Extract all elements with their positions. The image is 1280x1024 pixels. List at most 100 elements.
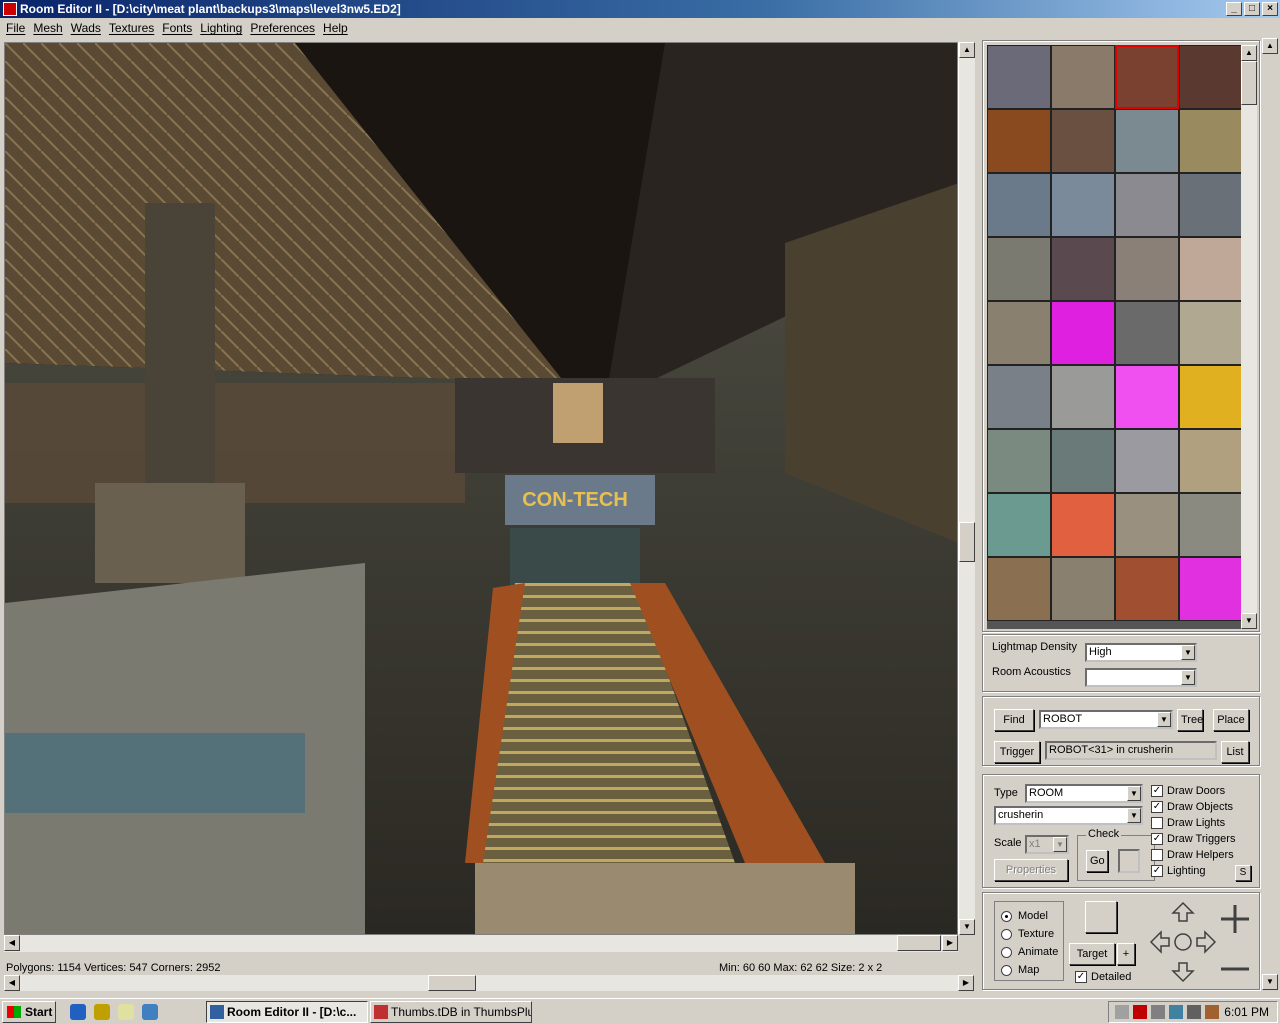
texture-thumbnail[interactable]: [1179, 429, 1243, 493]
chevron-down-icon[interactable]: ▼: [1181, 670, 1195, 685]
texture-thumbnail[interactable]: [1115, 45, 1179, 109]
go-button[interactable]: Go: [1086, 850, 1108, 872]
radio-model[interactable]: Model: [1001, 910, 1048, 922]
lightmap-density-select[interactable]: High ▼: [1085, 643, 1197, 662]
radio-map[interactable]: Map: [1001, 964, 1039, 976]
texture-thumbnail[interactable]: [1115, 365, 1179, 429]
s-button[interactable]: S: [1235, 865, 1251, 881]
tray-icon[interactable]: [1205, 1005, 1219, 1019]
scroll-right-arrow-icon[interactable]: ▶: [942, 935, 958, 951]
texture-thumbnail[interactable]: [1051, 429, 1115, 493]
scroll-thumb[interactable]: [428, 975, 476, 991]
menu-help[interactable]: Help: [319, 21, 352, 35]
texture-thumbnail[interactable]: [1051, 173, 1115, 237]
scroll-down-arrow-icon[interactable]: ▼: [959, 919, 975, 935]
scroll-thumb[interactable]: [959, 522, 975, 562]
internet-explorer-icon[interactable]: [70, 1004, 86, 1020]
checkbox-draw-triggers[interactable]: ✓ Draw Triggers: [1151, 833, 1235, 845]
scroll-thumb[interactable]: [1241, 61, 1257, 105]
menu-fonts[interactable]: Fonts: [158, 21, 196, 35]
scroll-left-arrow-icon[interactable]: ◀: [4, 935, 20, 951]
texture-thumbnail[interactable]: [1179, 237, 1243, 301]
maximize-button[interactable]: □: [1244, 2, 1260, 16]
radio-animate[interactable]: Animate: [1001, 946, 1058, 958]
texture-thumbnail[interactable]: [1115, 429, 1179, 493]
panel-scroll-up-icon[interactable]: ▲: [1262, 38, 1278, 54]
find-button[interactable]: Find: [994, 709, 1034, 731]
zoom-in-plus-icon[interactable]: [1221, 905, 1249, 933]
scroll-down-arrow-icon[interactable]: ▼: [1241, 613, 1257, 629]
scroll-up-arrow-icon[interactable]: ▲: [1241, 45, 1257, 61]
move-left-arrow-icon[interactable]: [1149, 930, 1170, 954]
texture-thumbnail[interactable]: [987, 45, 1051, 109]
texture-thumbnail[interactable]: [1115, 237, 1179, 301]
texture-thumbnail[interactable]: [1115, 301, 1179, 365]
properties-button[interactable]: Properties: [994, 859, 1068, 881]
texture-thumbnail[interactable]: [1115, 557, 1179, 621]
quick-launch-icon[interactable]: [142, 1004, 158, 1020]
place-button[interactable]: Place: [1213, 709, 1249, 731]
detailed-checkbox[interactable]: ✓ Detailed: [1075, 971, 1131, 983]
target-plus-button[interactable]: +: [1117, 943, 1135, 965]
texture-thumbnail[interactable]: [987, 301, 1051, 365]
texture-thumbnail[interactable]: [1179, 173, 1243, 237]
texture-thumbnail[interactable]: [1115, 173, 1179, 237]
texture-thumbnail[interactable]: [987, 557, 1051, 621]
menu-preferences[interactable]: Preferences: [246, 21, 319, 35]
texture-thumbnail[interactable]: [1051, 557, 1115, 621]
start-button[interactable]: Start: [2, 1001, 56, 1023]
panel-scroll-down-icon[interactable]: ▼: [1262, 974, 1278, 990]
trigger-field[interactable]: ROBOT<31> in crusherin: [1045, 741, 1217, 760]
norton-icon[interactable]: [1133, 1005, 1147, 1019]
list-button[interactable]: List: [1221, 741, 1249, 763]
texture-thumbnail[interactable]: [1051, 493, 1115, 557]
chevron-down-icon[interactable]: ▼: [1181, 645, 1195, 660]
find-select[interactable]: ROBOT ▼: [1039, 710, 1173, 729]
network-icon[interactable]: [1169, 1005, 1183, 1019]
chevron-down-icon[interactable]: ▼: [1127, 808, 1141, 823]
trigger-button[interactable]: Trigger: [994, 741, 1040, 763]
texture-scrollbar[interactable]: ▲ ▼: [1241, 45, 1257, 629]
texture-thumbnail[interactable]: [987, 365, 1051, 429]
texture-thumbnail[interactable]: [1179, 557, 1243, 621]
volume-icon[interactable]: [1187, 1005, 1201, 1019]
tray-icon[interactable]: [1151, 1005, 1165, 1019]
type-select[interactable]: ROOM ▼: [1025, 784, 1143, 803]
notepad-icon[interactable]: [118, 1004, 134, 1020]
texture-thumbnail[interactable]: [1115, 109, 1179, 173]
radio-texture[interactable]: Texture: [1001, 928, 1054, 940]
checkbox-draw-lights[interactable]: Draw Lights: [1151, 817, 1225, 829]
checkbox-draw-doors[interactable]: ✓ Draw Doors: [1151, 785, 1225, 797]
chevron-down-icon[interactable]: ▼: [1157, 712, 1171, 727]
task-room-editor[interactable]: Room Editor II - [D:\c...: [206, 1001, 368, 1023]
checkbox-draw-helpers[interactable]: Draw Helpers: [1151, 849, 1234, 861]
texture-thumbnail[interactable]: [987, 173, 1051, 237]
texture-thumbnail[interactable]: [987, 493, 1051, 557]
task-thumbsplus[interactable]: Thumbs.tDB in ThumbsPlus: [370, 1001, 532, 1023]
status-horizontal-scrollbar[interactable]: ◀ ▶: [4, 975, 974, 991]
viewport-horizontal-scrollbar[interactable]: ◀ ▶: [4, 935, 958, 952]
menu-file[interactable]: File: [2, 21, 29, 35]
menu-mesh[interactable]: Mesh: [29, 21, 66, 35]
move-right-arrow-icon[interactable]: [1196, 930, 1217, 954]
menu-wads[interactable]: Wads: [67, 21, 105, 35]
texture-thumbnail[interactable]: [1179, 365, 1243, 429]
3d-viewport[interactable]: CON-TECH: [4, 42, 958, 935]
target-button[interactable]: Target: [1069, 943, 1115, 965]
scroll-thumb[interactable]: [897, 935, 941, 951]
texture-thumbnail[interactable]: [987, 237, 1051, 301]
texture-thumbnail[interactable]: [1051, 237, 1115, 301]
checkbox-lighting[interactable]: ✓ Lighting: [1151, 865, 1206, 877]
texture-thumbnail[interactable]: [1179, 45, 1243, 109]
room-name-select[interactable]: crusherin ▼: [994, 806, 1143, 825]
texture-thumbnail[interactable]: [1051, 109, 1115, 173]
texture-thumbnail[interactable]: [1051, 365, 1115, 429]
minimize-button[interactable]: _: [1226, 2, 1242, 16]
scroll-right-arrow-icon[interactable]: ▶: [958, 975, 974, 991]
scroll-left-arrow-icon[interactable]: ◀: [4, 975, 20, 991]
texture-thumbnail[interactable]: [1051, 45, 1115, 109]
checkbox-draw-objects[interactable]: ✓ Draw Objects: [1151, 801, 1233, 813]
menu-textures[interactable]: Textures: [105, 21, 158, 35]
move-down-arrow-icon[interactable]: [1171, 962, 1195, 983]
scroll-up-arrow-icon[interactable]: ▲: [959, 42, 975, 58]
